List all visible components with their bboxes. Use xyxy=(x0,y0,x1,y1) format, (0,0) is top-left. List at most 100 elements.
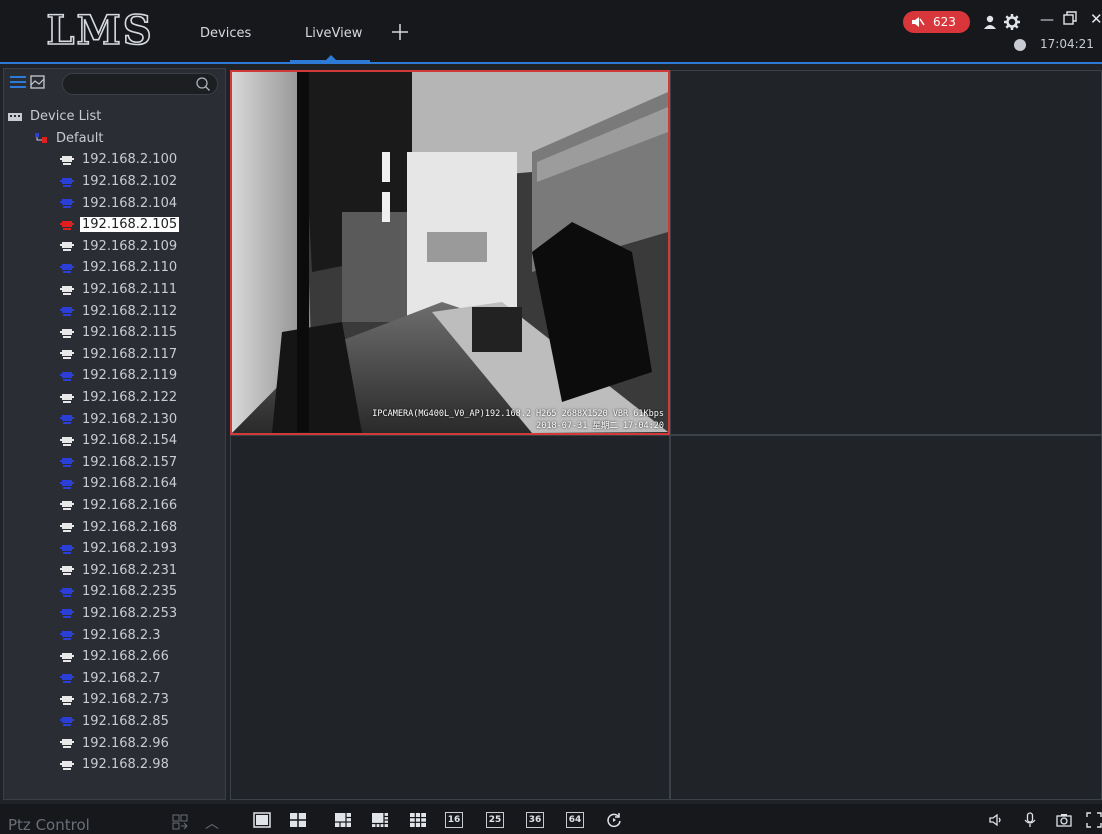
user-icon[interactable] xyxy=(982,14,998,30)
top-bar: LMS Devices LiveView 623 — ✕ 17:04:21 xyxy=(0,0,1102,64)
microphone-icon[interactable] xyxy=(1021,811,1039,829)
group-icon xyxy=(35,133,47,144)
device-ip-label: 192.168.2.231 xyxy=(82,562,178,578)
device-item[interactable]: 192.168.2.130 xyxy=(4,408,225,430)
device-ip-label: 192.168.2.112 xyxy=(82,303,178,319)
chevron-up-icon[interactable]: ︿ xyxy=(205,813,219,833)
fullscreen-icon[interactable] xyxy=(1085,811,1102,829)
map-view-icon[interactable] xyxy=(30,75,45,89)
camera-icon xyxy=(60,501,74,511)
layout-16-button[interactable]: 16 xyxy=(445,812,463,828)
device-list-icon xyxy=(8,112,22,121)
alarm-count: 623 xyxy=(933,15,956,29)
active-tab-caret xyxy=(326,55,336,60)
device-item[interactable]: 192.168.2.154 xyxy=(4,430,225,452)
tree-group-default[interactable]: Default xyxy=(4,128,225,150)
minimize-button[interactable]: — xyxy=(1040,12,1054,28)
tab-devices[interactable]: Devices xyxy=(200,26,251,41)
add-tab-icon[interactable] xyxy=(390,22,410,42)
layout-25-button[interactable]: 25 xyxy=(486,812,504,828)
device-item[interactable]: 192.168.2.85 xyxy=(4,711,225,733)
layout-6-icon[interactable] xyxy=(334,811,352,829)
device-ip-label: 192.168.2.253 xyxy=(82,605,178,621)
device-ip-label: 192.168.2.130 xyxy=(82,411,178,427)
device-item[interactable]: 192.168.2.98 xyxy=(4,754,225,776)
camera-icon xyxy=(60,285,74,295)
svg-text:LMS: LMS xyxy=(46,7,153,54)
ptz-control-label[interactable]: Ptz Control xyxy=(8,816,90,834)
device-item[interactable]: 192.168.2.157 xyxy=(4,452,225,474)
device-item[interactable]: 192.168.2.66 xyxy=(4,646,225,668)
camera-icon xyxy=(60,695,74,705)
device-item[interactable]: 192.168.2.115 xyxy=(4,322,225,344)
device-item[interactable]: 192.168.2.7 xyxy=(4,667,225,689)
device-item[interactable]: 192.168.2.100 xyxy=(4,149,225,171)
camera-icon xyxy=(60,544,74,554)
device-item[interactable]: 192.168.2.235 xyxy=(4,581,225,603)
close-button[interactable]: ✕ xyxy=(1090,10,1102,28)
tree-root-device-list[interactable]: Device List xyxy=(4,106,225,128)
device-item[interactable]: 192.168.2.164 xyxy=(4,473,225,495)
alarm-badge[interactable]: 623 xyxy=(903,11,970,33)
layout-4-icon[interactable] xyxy=(289,811,307,829)
device-item[interactable]: 192.168.2.105 xyxy=(4,214,225,236)
video-cell-3[interactable] xyxy=(230,435,670,800)
camera-icon xyxy=(60,458,74,468)
list-view-icon[interactable] xyxy=(10,75,26,89)
device-ip-label: 192.168.2.115 xyxy=(82,325,178,341)
device-item[interactable]: 192.168.2.117 xyxy=(4,344,225,366)
speaker-icon[interactable] xyxy=(987,811,1005,829)
device-ip-label: 192.168.2.193 xyxy=(82,541,178,557)
layout-36-button[interactable]: 36 xyxy=(526,812,544,828)
layout-8-icon[interactable] xyxy=(371,811,389,829)
active-tab-indicator xyxy=(290,60,370,63)
device-item[interactable]: 192.168.2.111 xyxy=(4,279,225,301)
clock-icon xyxy=(1014,39,1026,51)
camera-icon xyxy=(60,371,74,381)
device-ip-label: 192.168.2.105 xyxy=(80,217,180,233)
device-item[interactable]: 192.168.2.119 xyxy=(4,365,225,387)
snapshot-camera-icon[interactable] xyxy=(1055,811,1073,829)
device-item[interactable]: 192.168.2.168 xyxy=(4,516,225,538)
restore-button[interactable] xyxy=(1062,10,1078,26)
device-item[interactable]: 192.168.2.102 xyxy=(4,171,225,193)
device-item[interactable]: 192.168.2.110 xyxy=(4,257,225,279)
video-cell-1[interactable]: IPCAMERA(MG400L_V0_AP)192.168.2 H265 268… xyxy=(230,70,670,435)
device-sidebar: Device List Default 192.168.2.100 192.168… xyxy=(3,68,226,800)
camera-icon xyxy=(60,220,74,230)
layout-64-button[interactable]: 64 xyxy=(566,812,584,828)
tab-liveview[interactable]: LiveView xyxy=(305,26,362,41)
device-item[interactable]: 192.168.2.73 xyxy=(4,689,225,711)
device-item[interactable]: 192.168.2.112 xyxy=(4,300,225,322)
camera-icon xyxy=(60,263,74,273)
gear-icon[interactable] xyxy=(1003,13,1021,31)
camera-icon xyxy=(60,177,74,187)
device-ip-label: 192.168.2.73 xyxy=(82,692,169,708)
camera-icon xyxy=(60,155,74,165)
ptz-grid-icon[interactable] xyxy=(172,814,188,830)
device-ip-label: 192.168.2.109 xyxy=(82,238,178,254)
device-item[interactable]: 192.168.2.231 xyxy=(4,559,225,581)
device-search-input[interactable] xyxy=(62,73,218,95)
device-item[interactable]: 192.168.2.104 xyxy=(4,192,225,214)
layout-1-icon[interactable] xyxy=(253,811,271,829)
device-item[interactable]: 192.168.2.96 xyxy=(4,732,225,754)
search-icon[interactable] xyxy=(195,76,211,92)
device-item[interactable]: 192.168.2.253 xyxy=(4,603,225,625)
device-ip-label: 192.168.2.157 xyxy=(82,454,178,470)
layout-9-icon[interactable] xyxy=(409,811,427,829)
tree-group-label: Default xyxy=(56,130,104,146)
app-logo: LMS xyxy=(46,6,153,54)
device-item[interactable]: 192.168.2.109 xyxy=(4,236,225,258)
device-item[interactable]: 192.168.2.166 xyxy=(4,495,225,517)
device-ip-label: 192.168.2.3 xyxy=(82,627,161,643)
device-item[interactable]: 192.168.2.122 xyxy=(4,387,225,409)
device-item[interactable]: 192.168.2.3 xyxy=(4,624,225,646)
device-ip-label: 192.168.2.117 xyxy=(82,346,178,362)
cycle-refresh-icon[interactable] xyxy=(605,811,623,829)
device-item[interactable]: 192.168.2.193 xyxy=(4,538,225,560)
video-cell-2[interactable] xyxy=(670,70,1102,435)
device-ip-label: 192.168.2.119 xyxy=(82,368,178,384)
bottom-toolbar: Ptz Control ︿ 16 25 36 64 xyxy=(0,804,1102,834)
video-cell-4[interactable] xyxy=(670,435,1102,800)
